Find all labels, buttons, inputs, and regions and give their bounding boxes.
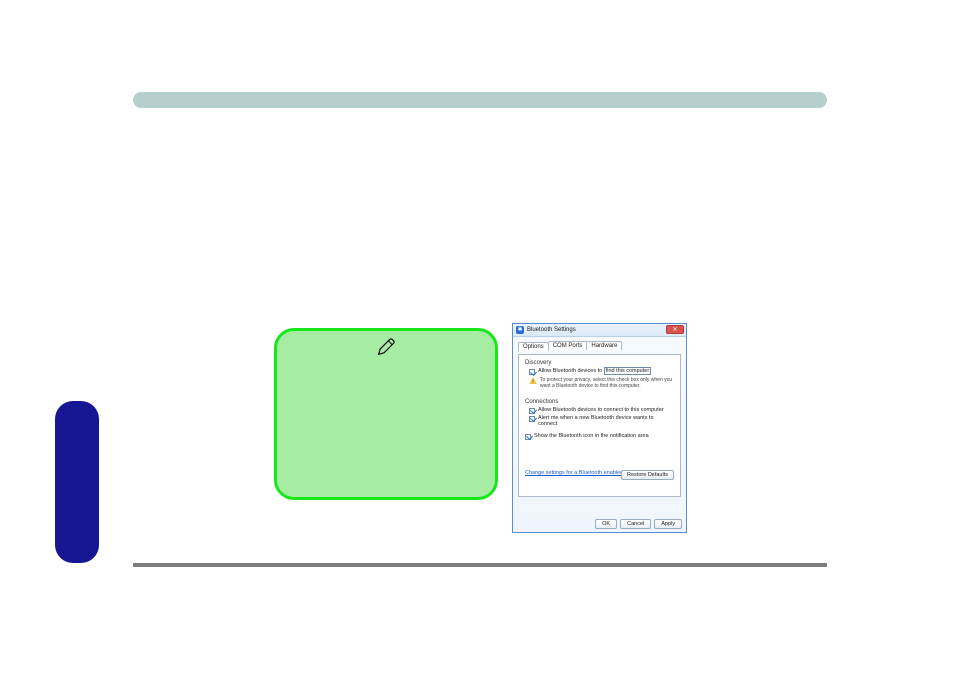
checkbox-allow-connect[interactable] <box>529 408 535 414</box>
discovery-allow-row[interactable]: Allow Bluetooth devices to find this com… <box>529 368 674 375</box>
tab-hardware-label: Hardware <box>591 343 617 349</box>
ok-button[interactable]: OK <box>595 519 617 529</box>
dialog-body: Options COM Ports Hardware Discovery All… <box>513 337 686 532</box>
pen-icon <box>376 337 396 357</box>
discovery-allow-boxed: find this computer <box>604 367 651 375</box>
discovery-warning: To protect your privacy, select this che… <box>529 377 674 390</box>
show-tray-icon-text: Show the Bluetooth icon in the notificat… <box>534 433 649 439</box>
close-button[interactable]: ✕ <box>666 325 684 334</box>
checkbox-show-tray-icon[interactable] <box>525 434 531 440</box>
apply-button[interactable]: Apply <box>654 519 682 529</box>
tab-hardware[interactable]: Hardware <box>586 341 622 350</box>
connections-alert-text: Alert me when a new Bluetooth device wan… <box>538 415 674 427</box>
horizontal-rule <box>133 563 827 567</box>
options-panel: Discovery Allow Bluetooth devices to fin… <box>518 354 681 497</box>
bluetooth-icon: ✱ <box>516 326 524 334</box>
discovery-allow-pre: Allow Bluetooth devices to <box>538 368 602 374</box>
group-label-discovery: Discovery <box>525 360 674 366</box>
discovery-warning-text: To protect your privacy, select this che… <box>540 377 674 390</box>
section-header-bar <box>133 92 827 108</box>
connections-allow-row[interactable]: Allow Bluetooth devices to connect to th… <box>529 407 674 414</box>
restore-defaults-button[interactable]: Restore Defaults <box>621 470 674 480</box>
checkbox-allow-discovery[interactable] <box>529 369 535 375</box>
document-page: ✱ Bluetooth Settings ✕ Options COM Ports… <box>0 0 954 673</box>
bluetooth-settings-window: ✱ Bluetooth Settings ✕ Options COM Ports… <box>512 323 687 533</box>
tab-com-label: COM Ports <box>553 343 583 349</box>
tab-options[interactable]: Options <box>518 342 549 351</box>
warning-icon <box>529 377 537 385</box>
discovery-allow-text: Allow Bluetooth devices to find this com… <box>538 368 651 374</box>
checkbox-alert-new[interactable] <box>529 416 535 422</box>
dialog-title: Bluetooth Settings <box>527 327 576 333</box>
tab-com-ports[interactable]: COM Ports <box>548 341 588 350</box>
tab-options-label: Options <box>523 344 544 350</box>
group-label-connections: Connections <box>525 399 674 405</box>
note-box <box>274 328 498 500</box>
cancel-button[interactable]: Cancel <box>620 519 651 529</box>
show-tray-icon-row[interactable]: Show the Bluetooth icon in the notificat… <box>525 433 674 440</box>
side-tab <box>55 401 99 563</box>
dialog-button-row: OK Cancel Apply <box>595 519 682 529</box>
dialog-titlebar: ✱ Bluetooth Settings ✕ <box>513 324 686 337</box>
tab-bar: Options COM Ports Hardware <box>518 341 681 350</box>
connections-allow-text: Allow Bluetooth devices to connect to th… <box>538 407 664 413</box>
connections-alert-row[interactable]: Alert me when a new Bluetooth device wan… <box>529 415 674 427</box>
